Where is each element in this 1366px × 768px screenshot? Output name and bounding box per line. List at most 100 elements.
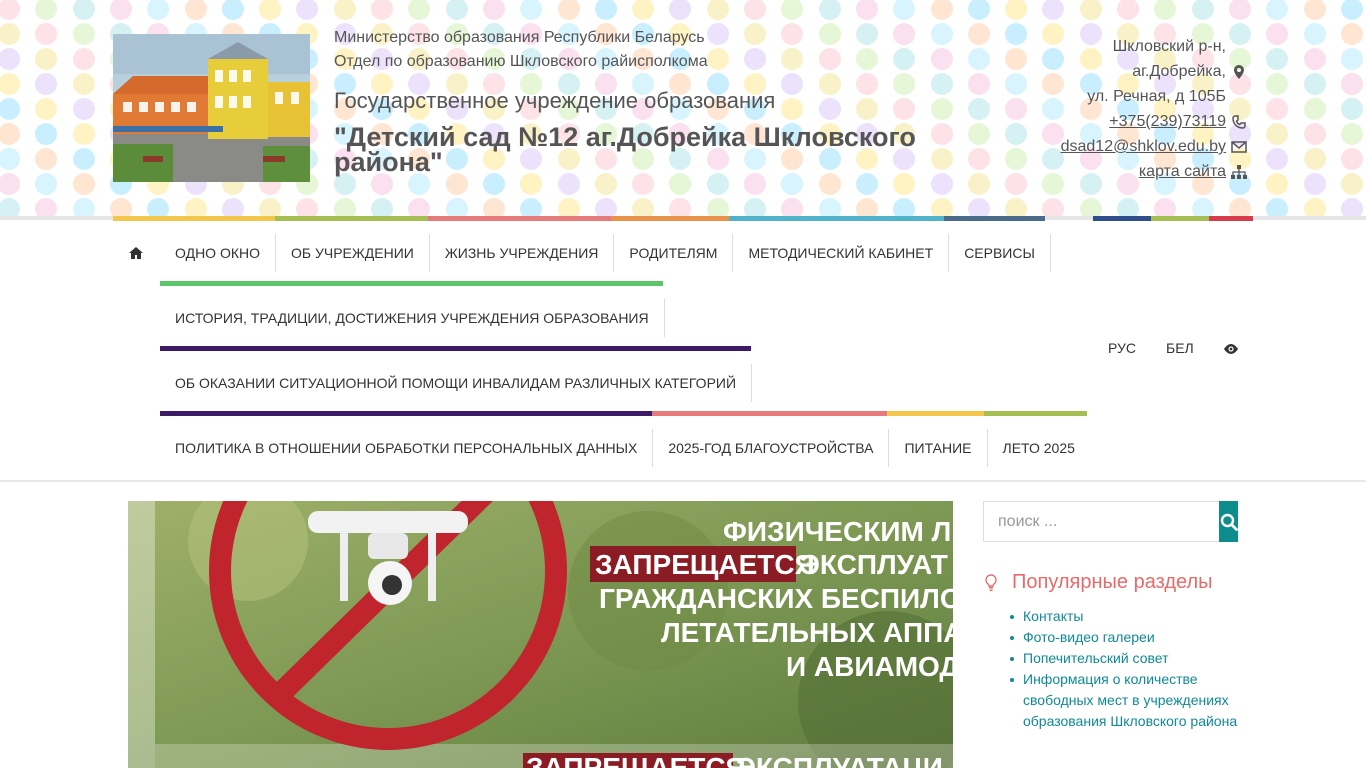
background-dot (706, 198, 729, 216)
background-dot (147, 0, 170, 20)
site-header: Министерство образования Республики Бела… (0, 0, 1366, 216)
organization-titles: Министерство образования Республики Бела… (334, 26, 974, 176)
background-dot (1340, 48, 1363, 70)
nav-underline (160, 346, 751, 351)
background-dot (1303, 173, 1326, 195)
drone-prohibited-image[interactable]: ФИЗИЧЕСКИМ ЛИ ЗАПРЕЩАЕТСЯ ЭКСПЛУАТ ГРАЖД… (128, 501, 953, 768)
background-dot (557, 0, 580, 20)
background-dot (72, 173, 95, 195)
background-dot (1005, 0, 1028, 20)
lang-by-link[interactable]: БЕЛ (1166, 340, 1194, 356)
background-dot (1340, 73, 1363, 95)
background-dot (371, 198, 393, 216)
background-dot (632, 0, 655, 20)
background-dot (1303, 48, 1326, 70)
background-dot (408, 198, 431, 216)
background-dot (35, 123, 58, 145)
background-dot (520, 198, 543, 216)
phone-link[interactable]: +375(239)73119 (1109, 109, 1226, 134)
background-dot (1340, 148, 1363, 170)
background-dot (0, 148, 20, 170)
nav-item-parents[interactable]: РОДИТЕЛЯМ (614, 234, 734, 272)
color-strip-segment (1151, 216, 1209, 221)
home-button[interactable] (113, 236, 158, 270)
background-dot (0, 198, 20, 216)
banner-text-3: ГРАЖДАНСКИХ БЕСПИЛО (599, 583, 953, 614)
search-input[interactable] (983, 501, 1219, 542)
background-dot (72, 23, 95, 45)
background-dot (109, 0, 132, 20)
background-dot (893, 0, 916, 20)
background-dot (1266, 98, 1289, 120)
nav-item-history[interactable]: ИСТОРИЯ, ТРАДИЦИИ, ДОСТИЖЕНИЯ УЧРЕЖДЕНИЯ… (160, 299, 665, 337)
background-dot (1303, 0, 1326, 20)
home-icon (128, 247, 143, 259)
background-dot (1303, 198, 1326, 216)
background-dot (35, 23, 58, 45)
background-dot (1266, 48, 1289, 70)
nav-item-odno-okno[interactable]: ОДНО ОКНО (160, 234, 276, 272)
nav-row-4: ПОЛИТИКА В ОТНОШЕНИИ ОБРАБОТКИ ПЕРСОНАЛЬ… (160, 429, 1090, 467)
banner-text-1: ФИЗИЧЕСКИМ ЛИ (723, 516, 953, 547)
background-dot (967, 198, 990, 216)
search-button[interactable] (1219, 501, 1238, 542)
address-line-2: аг.Добрейка, (1132, 63, 1226, 80)
background-dot (744, 173, 766, 195)
background-dot (35, 198, 58, 216)
background-dot (0, 123, 20, 145)
background-dot (781, 198, 804, 216)
address-line-3: ул. Речная, д 105Б (1087, 88, 1226, 105)
background-dot (1154, 0, 1177, 20)
search-icon (1220, 513, 1238, 531)
color-strip-segment (113, 216, 275, 221)
nav-underline (652, 411, 887, 416)
email-link[interactable]: dsad12@shklov.edu.by (1061, 134, 1226, 159)
background-dot (35, 73, 58, 95)
background-dot (930, 198, 953, 216)
background-dot (893, 198, 916, 216)
background-dot (669, 173, 692, 195)
background-dot (781, 0, 804, 20)
nav-item-life[interactable]: ЖИЗНЬ УЧРЕЖДЕНИЯ (430, 234, 615, 272)
org-name[interactable]: "Детский сад №12 аг.Добрейка Шкловского … (334, 124, 934, 176)
lang-ru-link[interactable]: РУС (1108, 340, 1136, 356)
background-dot (520, 173, 543, 195)
nav-item-disability-help[interactable]: ОБ ОКАЗАНИИ СИТУАЦИОННОЙ ПОМОЩИ ИНВАЛИДА… (160, 364, 753, 402)
nav-item-privacy-policy[interactable]: ПОЛИТИКА В ОТНОШЕНИИ ОБРАБОТКИ ПЕРСОНАЛЬ… (160, 429, 654, 467)
background-dot (1266, 148, 1289, 170)
background-dot (781, 173, 804, 195)
nav-item-methodical[interactable]: МЕТОДИЧЕСКИЙ КАБИНЕТ (733, 234, 950, 272)
popular-link-contacts[interactable]: Контакты (1023, 608, 1083, 624)
nav-item-summer-2025[interactable]: ЛЕТО 2025 (988, 429, 1090, 467)
popular-sections-list: Контакты Фото-видео галереи Попечительск… (1010, 606, 1253, 732)
background-dot (855, 0, 878, 20)
background-dot (1266, 123, 1289, 145)
envelope-icon (1228, 140, 1250, 153)
nav-item-nutrition[interactable]: ПИТАНИЕ (889, 429, 988, 467)
sitemap-link[interactable]: карта сайта (1139, 159, 1226, 184)
popular-link-board[interactable]: Попечительский совет (1023, 650, 1169, 666)
background-dot (818, 0, 841, 20)
nav-row-3: ОБ ОКАЗАНИИ СИТУАЦИОННОЙ ПОМОЩИ ИНВАЛИДА… (160, 364, 753, 402)
background-dot (1303, 123, 1326, 145)
background-dot (632, 198, 655, 216)
background-dot (35, 48, 58, 70)
background-dot (184, 198, 207, 216)
background-dot (1266, 0, 1289, 20)
popular-link-galleries[interactable]: Фото-видео галереи (1023, 629, 1155, 645)
nav-item-about[interactable]: ОБ УЧРЕЖДЕНИИ (276, 234, 430, 272)
nav-item-services[interactable]: СЕРВИСЫ (949, 234, 1051, 272)
background-dot (0, 173, 20, 195)
background-dot (35, 0, 58, 20)
nav-item-2025-improvement[interactable]: 2025-ГОД БЛАГОУСТРОЙСТВА (653, 429, 890, 467)
background-dot (147, 198, 170, 216)
background-dot (333, 0, 356, 20)
eye-icon[interactable] (1223, 342, 1239, 358)
background-dot (72, 0, 95, 20)
popular-link-free-places[interactable]: Информация о количестве свободных мест в… (1023, 671, 1237, 729)
list-item: Контакты (1010, 606, 1253, 627)
color-strip-segment (1209, 216, 1253, 221)
list-item: Информация о количестве свободных мест в… (1010, 669, 1253, 732)
background-dot (445, 198, 468, 216)
background-dot (744, 198, 766, 216)
